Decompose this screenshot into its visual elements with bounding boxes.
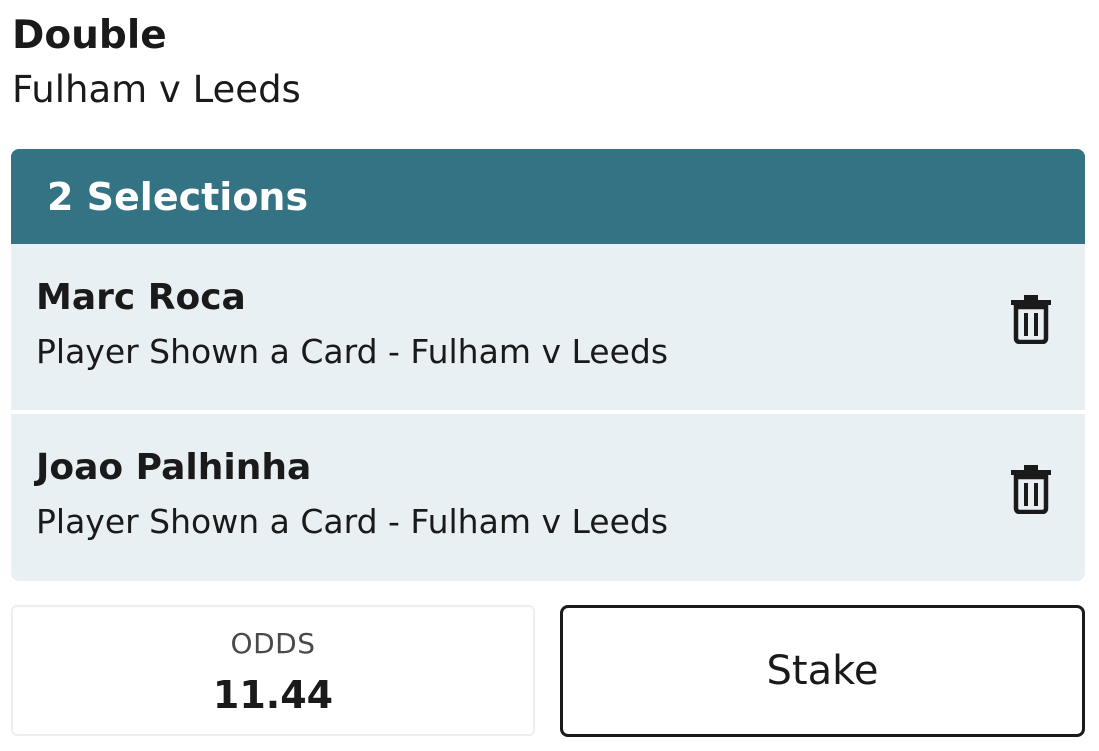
remove-selection-button[interactable] xyxy=(1009,464,1053,515)
trash-icon xyxy=(1011,465,1051,515)
bet-type-title: Double xyxy=(12,13,167,58)
stake-input[interactable]: Stake xyxy=(560,605,1085,737)
stake-placeholder: Stake xyxy=(766,648,879,694)
selection-market: Player Shown a Card - Fulham v Leeds xyxy=(36,502,669,541)
remove-selection-button[interactable] xyxy=(1009,294,1053,345)
selections-card: 2 Selections Marc Roca Player Shown a Ca… xyxy=(11,149,1085,581)
odds-display: ODDS 11.44 xyxy=(11,605,535,736)
selection-name: Joao Palhinha xyxy=(36,447,312,488)
selections-header: 2 Selections xyxy=(11,149,1085,244)
selection-row: Marc Roca Player Shown a Card - Fulham v… xyxy=(11,244,1085,410)
selection-name: Marc Roca xyxy=(36,277,246,318)
selection-market: Player Shown a Card - Fulham v Leeds xyxy=(36,332,669,371)
odds-label: ODDS xyxy=(230,627,316,660)
selection-row: Joao Palhinha Player Shown a Card - Fulh… xyxy=(11,410,1085,576)
trash-icon xyxy=(1011,295,1051,345)
bet-event-subtitle: Fulham v Leeds xyxy=(12,68,301,111)
odds-value: 11.44 xyxy=(212,673,334,717)
selections-count: 2 Selections xyxy=(47,174,309,219)
